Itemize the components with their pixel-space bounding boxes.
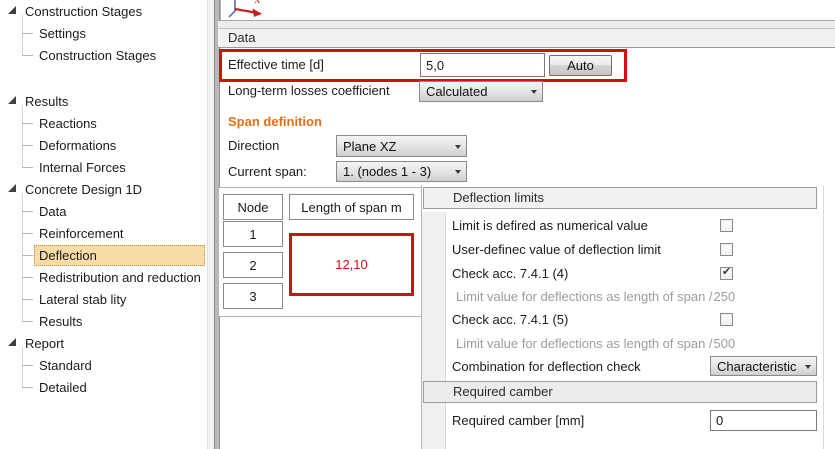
chevron-down-icon xyxy=(531,90,537,97)
sidebar-item-settings[interactable]: Settings xyxy=(0,22,206,44)
user-defined-limit-row: User-definec value of deflection limit xyxy=(446,238,817,260)
long-term-losses-dropdown[interactable]: Calculated xyxy=(419,81,543,102)
chevron-down-icon xyxy=(455,144,461,152)
current-span-value: 1. (nodes 1 - 3) xyxy=(343,164,432,179)
limit-value-500: 500 xyxy=(713,335,736,351)
deflection-limits-panel: Deflection limits Limit is defired as nu… xyxy=(421,185,824,449)
graphics-viewport: x xyxy=(220,0,835,21)
chevron-down-icon xyxy=(805,364,811,372)
navigation-tree: Construction Stages Settings Constructio… xyxy=(0,0,206,449)
direction-dropdown[interactable]: Plane XZ xyxy=(336,135,467,157)
sidebar-item-results[interactable]: Results xyxy=(0,310,206,332)
panel-gap xyxy=(218,21,835,28)
user-defined-limit-label: User-definec value of deflection limit xyxy=(452,241,661,257)
expand-triangle-icon[interactable] xyxy=(8,184,16,192)
expand-triangle-icon[interactable] xyxy=(8,96,16,104)
length-column-header: Length of span m xyxy=(289,194,414,220)
span-definition-title: Span definition xyxy=(228,114,322,129)
check-741-5-label: Check acc. 7.4.1 (5) xyxy=(452,311,569,327)
long-term-losses-label: Long-term losses coefficient xyxy=(228,83,390,98)
chevron-down-icon xyxy=(455,170,461,177)
span-table: Node Length of span m 1 2 3 12,10 xyxy=(218,187,422,317)
application-window: Construction Stages Settings Constructio… xyxy=(0,0,835,449)
data-section-header: Data xyxy=(218,28,835,48)
sidebar-section-report[interactable]: Report xyxy=(0,332,206,354)
check-741-5-checkbox[interactable] xyxy=(720,312,733,326)
required-camber-input[interactable] xyxy=(710,409,817,431)
direction-label: Direction xyxy=(228,138,280,153)
panel-left-margin xyxy=(422,212,446,449)
required-camber-label: Required camber [mm] xyxy=(452,412,585,428)
node-cell-3[interactable]: 3 xyxy=(223,283,283,309)
required-camber-header: Required camber xyxy=(423,381,817,403)
combination-value: Characteristic xyxy=(717,358,797,374)
combination-row: Combination for deflection check Charact… xyxy=(446,355,817,377)
limit-numerical-value-row: Limit is defired as numerical value xyxy=(446,214,817,236)
sidebar-section-label[interactable]: Report xyxy=(25,336,64,351)
sidebar-section-label[interactable]: Concrete Design 1D xyxy=(25,182,142,197)
limit-value-span-label: Limit value for deflections as length of… xyxy=(456,335,713,351)
current-span-label: Current span: xyxy=(228,164,307,179)
long-term-losses-value: Calculated xyxy=(426,84,488,99)
sidebar-section-label[interactable]: Results xyxy=(25,94,68,109)
sidebar-section-label[interactable]: Construction Stages xyxy=(25,4,142,19)
sidebar-item-data[interactable]: Data xyxy=(0,200,206,222)
user-defined-limit-checkbox[interactable] xyxy=(720,242,733,256)
combination-label: Combination for deflection check xyxy=(452,358,641,374)
limit-value-250: 250 xyxy=(713,288,736,304)
sidebar-item-deflection[interactable]: Deflection xyxy=(0,244,206,266)
node-cell-2[interactable]: 2 xyxy=(223,252,283,278)
current-span-dropdown[interactable]: 1. (nodes 1 - 3) xyxy=(336,161,467,182)
sidebar-item-reactions[interactable]: Reactions xyxy=(0,112,206,134)
sidebar-item-deformations[interactable]: Deformations xyxy=(0,134,206,156)
expand-triangle-icon[interactable] xyxy=(8,338,16,346)
data-section-title: Data xyxy=(228,30,256,45)
check-741-4-row: Check acc. 7.4.1 (4) xyxy=(446,262,817,284)
sidebar-item-detailed[interactable]: Detailed xyxy=(0,376,206,398)
sidebar-item-reinforcement[interactable]: Reinforcement xyxy=(0,222,206,244)
sidebar-section-construction-stages[interactable]: Construction Stages xyxy=(0,0,206,22)
sidebar-item-redistribution-and-reduction[interactable]: Redistribution and reduction xyxy=(0,266,206,288)
combination-dropdown[interactable]: Characteristic xyxy=(710,356,817,376)
limit-value-span-250-row: Limit value for deflections as length of… xyxy=(446,285,817,307)
direction-value: Plane XZ xyxy=(343,138,397,154)
sidebar-item-internal-forces[interactable]: Internal Forces xyxy=(0,156,206,178)
deflection-limits-header: Deflection limits xyxy=(423,187,817,209)
expand-triangle-icon[interactable] xyxy=(8,6,16,14)
check-741-4-checkbox[interactable] xyxy=(720,266,733,280)
sidebar-section-concrete-design-1d[interactable]: Concrete Design 1D xyxy=(0,178,206,200)
span-length-cell[interactable]: 12,10 xyxy=(289,233,414,296)
check-741-4-label: Check acc. 7.4.1 (4) xyxy=(452,265,569,281)
sidebar-section-results[interactable]: Results xyxy=(0,90,206,112)
limit-numerical-value-label: Limit is defired as numerical value xyxy=(452,217,648,233)
auto-button[interactable]: Auto xyxy=(549,55,612,76)
node-cell-1[interactable]: 1 xyxy=(223,221,283,247)
sidebar-item-lateral-stability[interactable]: Lateral stab lity xyxy=(0,288,206,310)
node-column-header: Node xyxy=(223,194,283,220)
sidebar-item-standard[interactable]: Standard xyxy=(0,354,206,376)
sidebar-item-construction-stages[interactable]: Construction Stages xyxy=(0,44,206,66)
check-741-5-row: Check acc. 7.4.1 (5) xyxy=(446,308,817,330)
required-camber-row: Required camber [mm] xyxy=(446,409,817,431)
svg-text:x: x xyxy=(254,0,261,6)
effective-time-input[interactable] xyxy=(420,53,545,77)
limit-numerical-value-checkbox[interactable] xyxy=(720,218,733,232)
coordinate-axes-icon: x xyxy=(228,0,262,18)
effective-time-label: Effective time [d] xyxy=(228,57,324,72)
limit-value-span-label: Limit value for deflections as length of… xyxy=(456,288,713,304)
limit-value-span-500-row: Limit value for deflections as length of… xyxy=(446,332,817,354)
